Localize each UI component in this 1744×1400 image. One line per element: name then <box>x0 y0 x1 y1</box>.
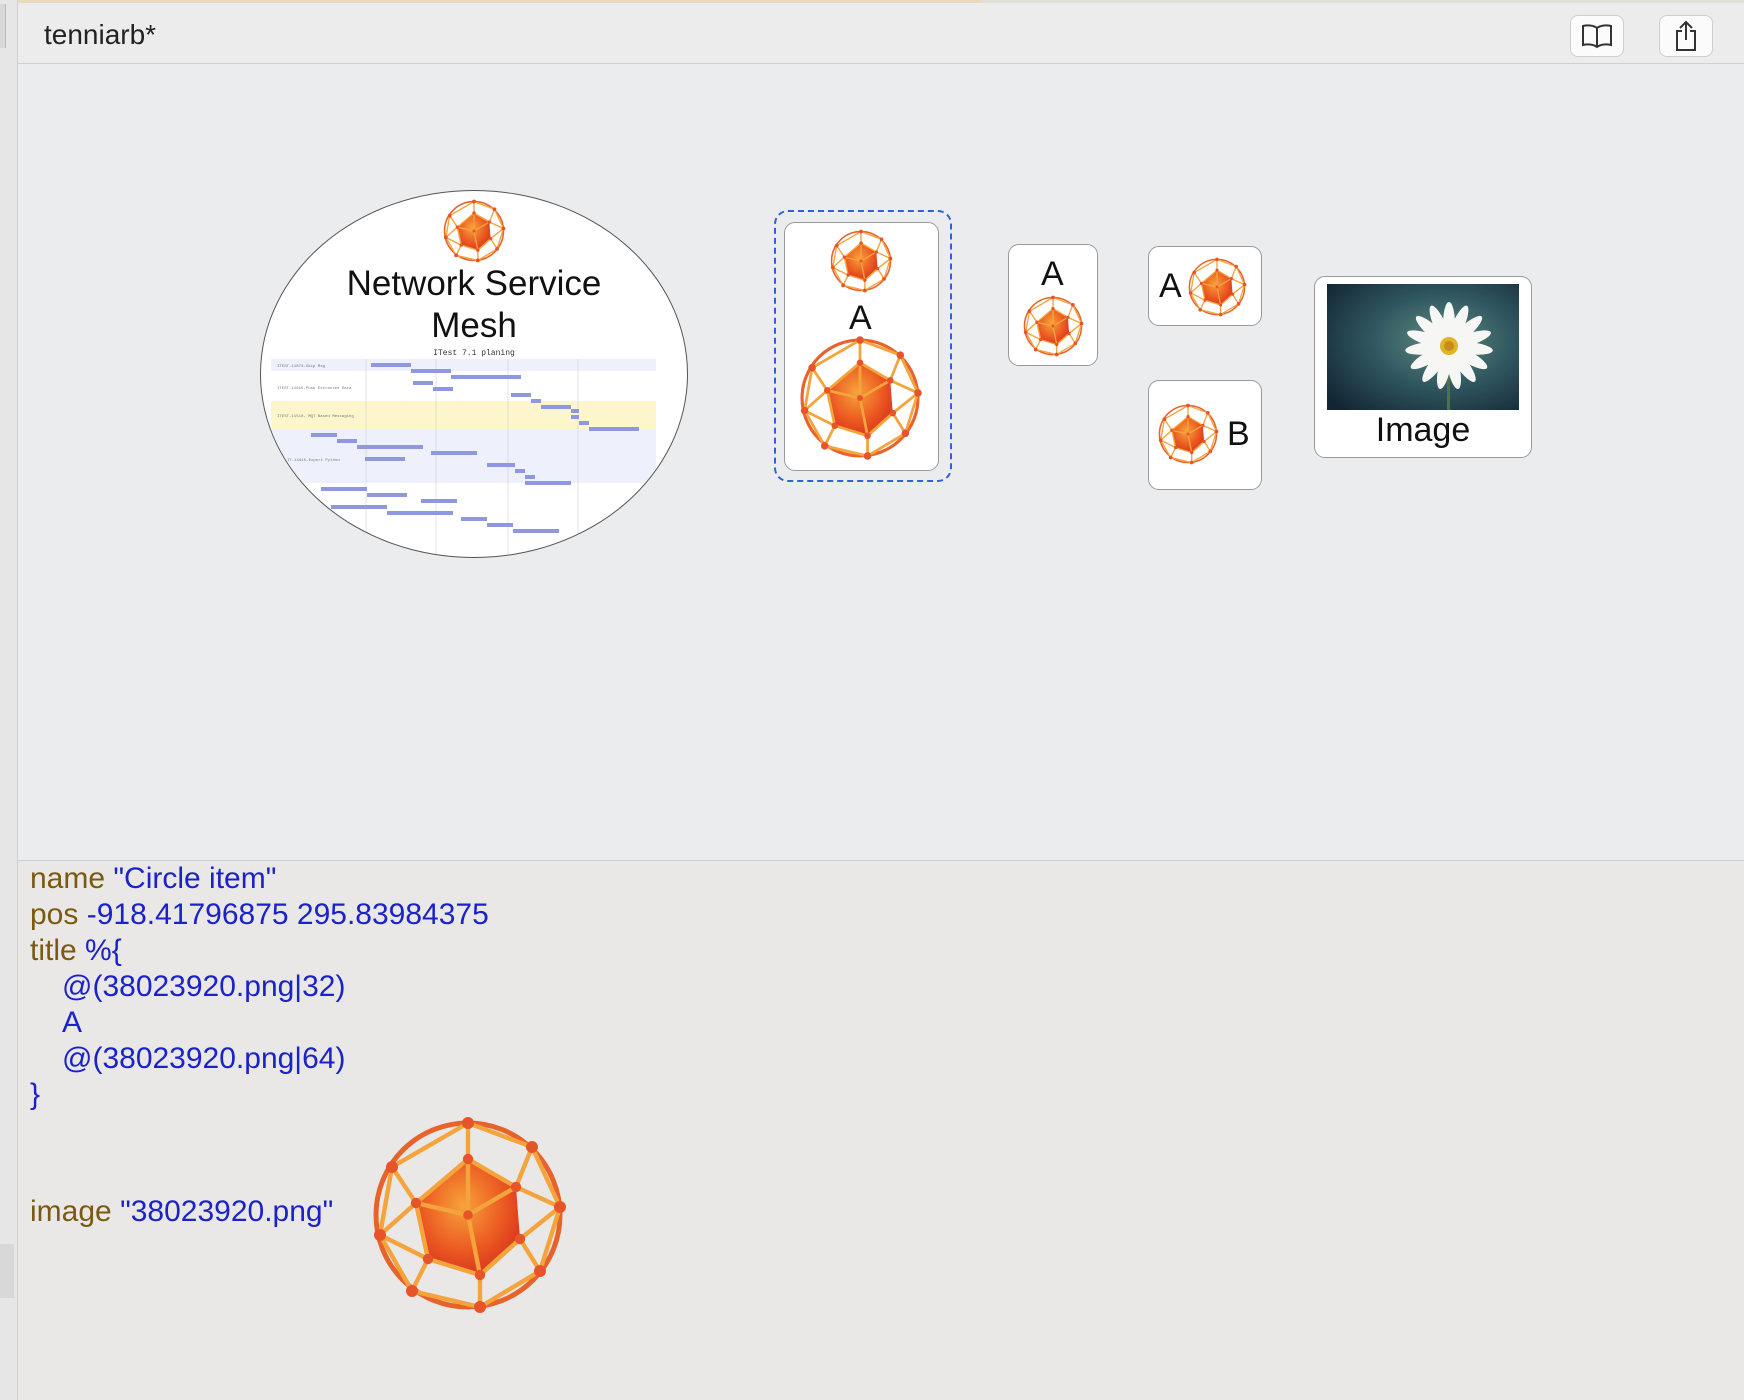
sidebar-handle-bottom[interactable] <box>0 1244 14 1298</box>
selected-item-label: A <box>849 299 872 337</box>
properties-editor[interactable]: name "Circle item" pos -918.41796875 295… <box>18 861 1744 1400</box>
book-icon <box>1582 24 1612 49</box>
oval-item[interactable]: Network Service Mesh ITest 7.1 planing I… <box>260 190 688 558</box>
image-item-label: Image <box>1375 411 1471 449</box>
logo-large-icon <box>797 335 923 461</box>
image-line[interactable]: image "38023920.png" <box>30 1194 333 1230</box>
book-button[interactable] <box>1570 15 1624 57</box>
title-content-line-2[interactable]: A <box>62 1005 82 1041</box>
svg-text:IT-11915-Export Python: IT-11915-Export Python <box>287 458 340 463</box>
logo-icon <box>1157 403 1219 465</box>
item-a-right[interactable]: A <box>1148 246 1262 326</box>
item-b-label: B <box>1227 415 1250 453</box>
svg-text:ITEST-11510, MQT Based Messagi: ITEST-11510, MQT Based Messaging <box>277 414 354 419</box>
logo-icon <box>442 199 506 263</box>
oval-item-title: Network Service Mesh <box>346 264 602 345</box>
logo-small-icon <box>829 229 893 293</box>
svg-text:ITEST-11615-Push Extracted Dat: ITEST-11615-Push Extracted Data <box>277 386 352 391</box>
daisy-photo <box>1327 284 1519 410</box>
logo-icon <box>1187 257 1247 317</box>
svg-text:ITEST-11874-Skip Msg: ITEST-11874-Skip Msg <box>277 364 326 369</box>
image-item[interactable]: Image <box>1314 276 1532 458</box>
item-a-top-label: A <box>1041 255 1064 293</box>
title-content-line-1[interactable]: @(38023920.png|32) <box>62 969 345 1005</box>
sidebar-handle-top[interactable] <box>0 4 6 48</box>
item-b[interactable]: B <box>1148 380 1262 490</box>
embedded-chart-title: ITest 7.1 planing <box>433 349 515 358</box>
pos-line[interactable]: pos -918.41796875 295.83984375 <box>30 897 489 933</box>
title-close-line[interactable]: } <box>30 1077 40 1113</box>
item-a-top[interactable]: A <box>1008 244 1098 366</box>
left-sidebar-edge[interactable] <box>0 0 18 1400</box>
name-line[interactable]: name "Circle item" <box>30 861 276 897</box>
title-bar: tenniarb* <box>18 3 1744 64</box>
selected-circle-item[interactable]: A <box>784 222 939 471</box>
document-title: tenniarb* <box>44 19 157 50</box>
share-icon <box>1676 20 1696 51</box>
image-preview-icon <box>368 1115 568 1315</box>
logo-icon <box>1022 295 1084 357</box>
diagram-canvas[interactable]: Network Service Mesh ITest 7.1 planing I… <box>18 64 1744 861</box>
item-a-right-label: A <box>1159 267 1182 305</box>
title-line[interactable]: title %{ <box>30 933 122 969</box>
title-content-line-3[interactable]: @(38023920.png|64) <box>62 1041 345 1077</box>
embedded-gantt-thumbnail: ITEST-11874-Skip Msg ITEST-11615-Push Ex… <box>271 359 656 557</box>
share-button[interactable] <box>1659 15 1713 57</box>
